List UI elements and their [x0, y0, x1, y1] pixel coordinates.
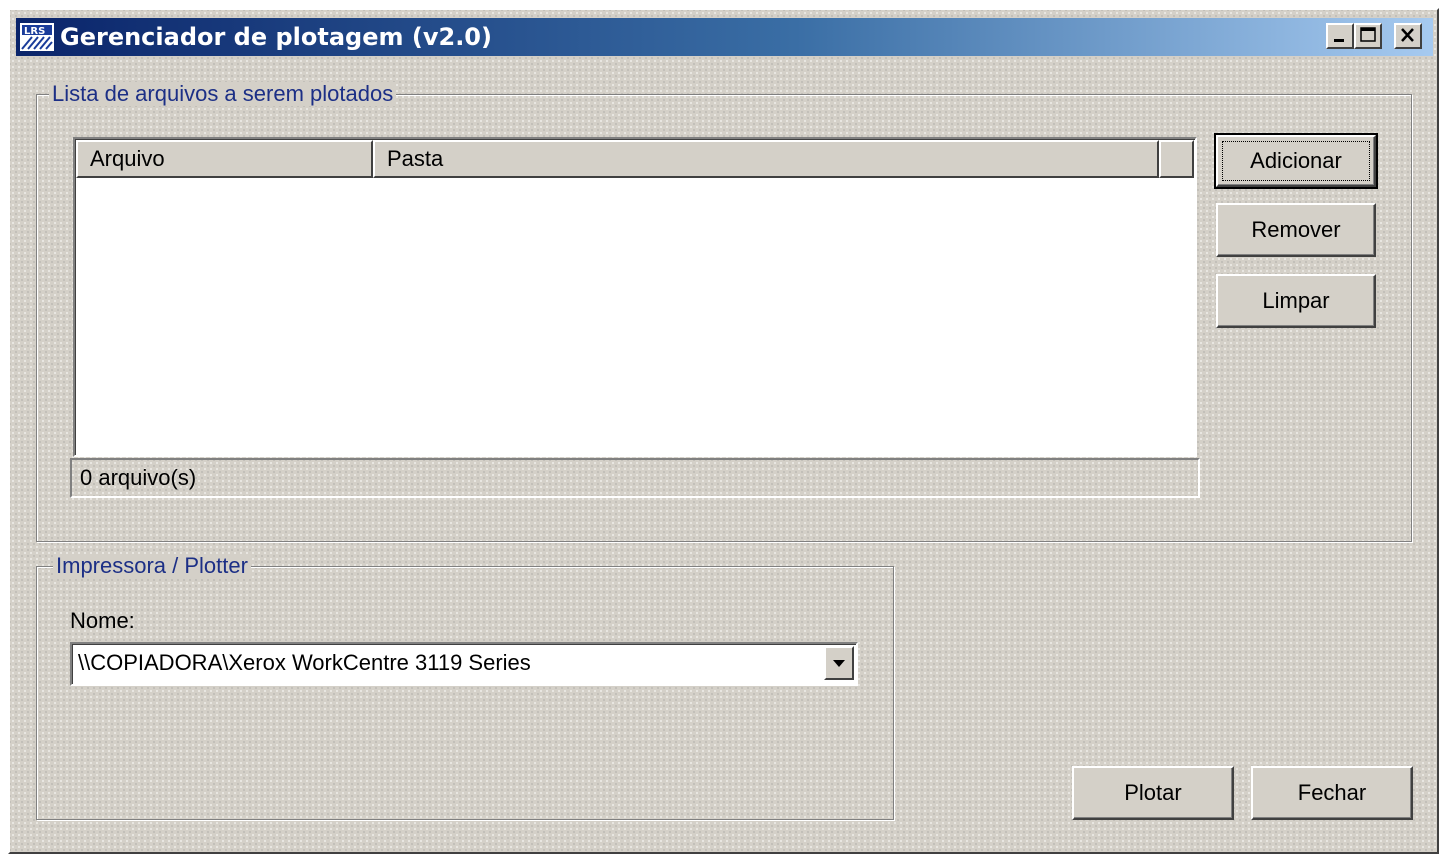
- column-header-arquivo[interactable]: Arquivo: [76, 140, 373, 178]
- maximize-button[interactable]: [1354, 23, 1382, 49]
- printer-select[interactable]: \\COPIADORA\Xerox WorkCentre 3119 Series: [70, 642, 858, 686]
- files-group-label: Lista de arquivos a serem plotados: [49, 82, 397, 106]
- file-list[interactable]: Arquivo Pasta: [73, 137, 1197, 457]
- file-count-status: 0 arquivo(s): [70, 458, 1200, 498]
- column-header-pasta[interactable]: Pasta: [373, 140, 1159, 178]
- printer-group: Impressora / Plotter: [36, 554, 894, 820]
- dialog-window: LRS Gerenciador de plotagem (v2.0) Lista…: [8, 8, 1439, 854]
- printer-select-value: \\COPIADORA\Xerox WorkCentre 3119 Series: [78, 650, 531, 675]
- window-title: Gerenciador de plotagem (v2.0): [60, 23, 492, 51]
- svg-text:LRS: LRS: [24, 26, 45, 37]
- close-dialog-button-label: Fechar: [1297, 780, 1367, 805]
- close-dialog-button[interactable]: Fechar: [1251, 766, 1413, 820]
- printer-group-label: Impressora / Plotter: [53, 554, 251, 578]
- add-button-label: Adicionar: [1250, 148, 1342, 173]
- column-header-filler: [1159, 140, 1194, 178]
- printer-name-label: Nome:: [70, 608, 135, 633]
- title-bar[interactable]: LRS Gerenciador de plotagem (v2.0): [16, 18, 1433, 56]
- remove-button[interactable]: Remover: [1216, 203, 1376, 257]
- minimize-icon: [1334, 39, 1344, 42]
- printer-dropdown-button[interactable]: [824, 646, 854, 680]
- plot-button-label: Plotar: [1124, 780, 1182, 805]
- clear-button[interactable]: Limpar: [1216, 274, 1376, 328]
- minimize-button[interactable]: [1326, 23, 1354, 49]
- plot-button[interactable]: Plotar: [1072, 766, 1234, 820]
- add-button[interactable]: Adicionar: [1214, 133, 1378, 189]
- chevron-down-icon: [833, 660, 845, 667]
- close-icon: [1401, 28, 1414, 42]
- maximize-icon: [1360, 27, 1376, 42]
- remove-button-label: Remover: [1251, 217, 1341, 242]
- close-button[interactable]: [1394, 23, 1422, 49]
- clear-button-label: Limpar: [1262, 288, 1330, 313]
- app-logo-icon: LRS: [20, 23, 54, 51]
- file-list-header: Arquivo Pasta: [76, 140, 1194, 178]
